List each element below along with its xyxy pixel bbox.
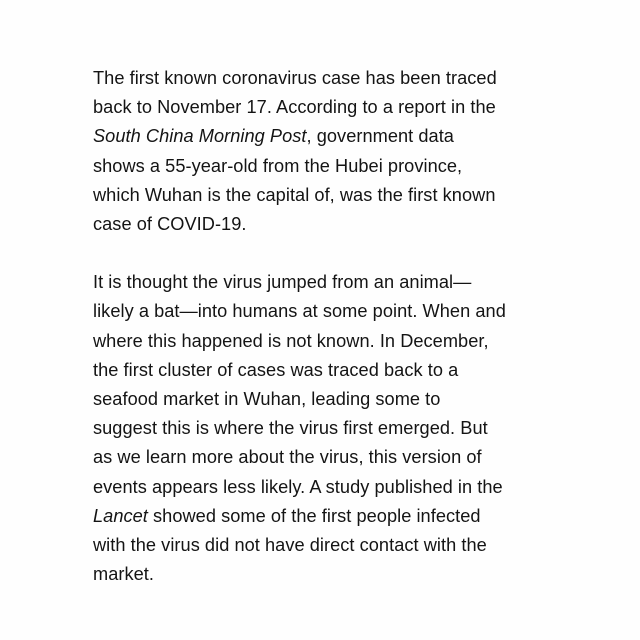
- text-line: with the virus did not have direct conta…: [93, 531, 563, 560]
- text-line: likely a bat—into humans at some point. …: [93, 297, 563, 326]
- text-line: market.: [93, 560, 563, 589]
- text-line: as we learn more about the virus, this v…: [93, 443, 563, 472]
- text-segment: shows a 55-year-old from the Hubei provi…: [93, 155, 463, 176]
- italic-title-text: Lancet: [93, 505, 148, 526]
- text-line: the first cluster of cases was traced ba…: [93, 356, 563, 385]
- text-line: suggest this is where the virus first em…: [93, 414, 563, 443]
- text-segment: It is thought the virus jumped from an a…: [93, 272, 472, 293]
- text-line: Lancet showed some of the first people i…: [93, 502, 563, 531]
- text-line: South China Morning Post, government dat…: [93, 122, 563, 151]
- text-line: events appears less likely. A study publ…: [93, 473, 563, 502]
- paragraph: It is thought the virus jumped from an a…: [93, 268, 563, 589]
- text-line: It is thought the virus jumped from an a…: [93, 268, 563, 297]
- text-segment: which Wuhan is the capital of, was the f…: [93, 184, 496, 205]
- text-line: The first known coronavirus case has bee…: [93, 64, 563, 93]
- text-segment: The first known coronavirus case has bee…: [93, 68, 497, 88]
- text-segment: likely a bat—into humans at some point. …: [93, 301, 506, 322]
- text-segment: back to November 17. According to a repo…: [93, 97, 496, 118]
- page: The first known coronavirus case has bee…: [0, 0, 640, 640]
- text-line: where this happened is not known. In Dec…: [93, 327, 563, 356]
- text-line: seafood market in Wuhan, leading some to: [93, 385, 563, 414]
- text-line: case of COVID-19.: [93, 210, 563, 239]
- text-line: which Wuhan is the capital of, was the f…: [93, 181, 563, 210]
- text-line: shows a 55-year-old from the Hubei provi…: [93, 152, 563, 181]
- text-segment: suggest this is where the virus first em…: [93, 418, 488, 439]
- text-line: back to November 17. According to a repo…: [93, 93, 563, 122]
- article-body: The first known coronavirus case has bee…: [93, 64, 563, 589]
- text-segment: , government data: [306, 126, 454, 147]
- text-segment: the first cluster of cases was traced ba…: [93, 359, 459, 380]
- paragraph: The first known coronavirus case has bee…: [93, 64, 563, 239]
- italic-title-text: South China Morning Post: [93, 126, 307, 147]
- text-segment: showed some of the first people infected: [147, 505, 481, 526]
- text-segment: events appears less likely. A study publ…: [93, 476, 503, 497]
- text-segment: market.: [93, 564, 154, 585]
- text-segment: as we learn more about the virus, this v…: [93, 447, 482, 468]
- text-segment: seafood market in Wuhan, leading some to: [93, 389, 441, 410]
- text-segment: where this happened is not known. In Dec…: [93, 330, 489, 351]
- text-segment: with the virus did not have direct conta…: [93, 535, 487, 556]
- text-segment: case of COVID-19.: [93, 214, 247, 235]
